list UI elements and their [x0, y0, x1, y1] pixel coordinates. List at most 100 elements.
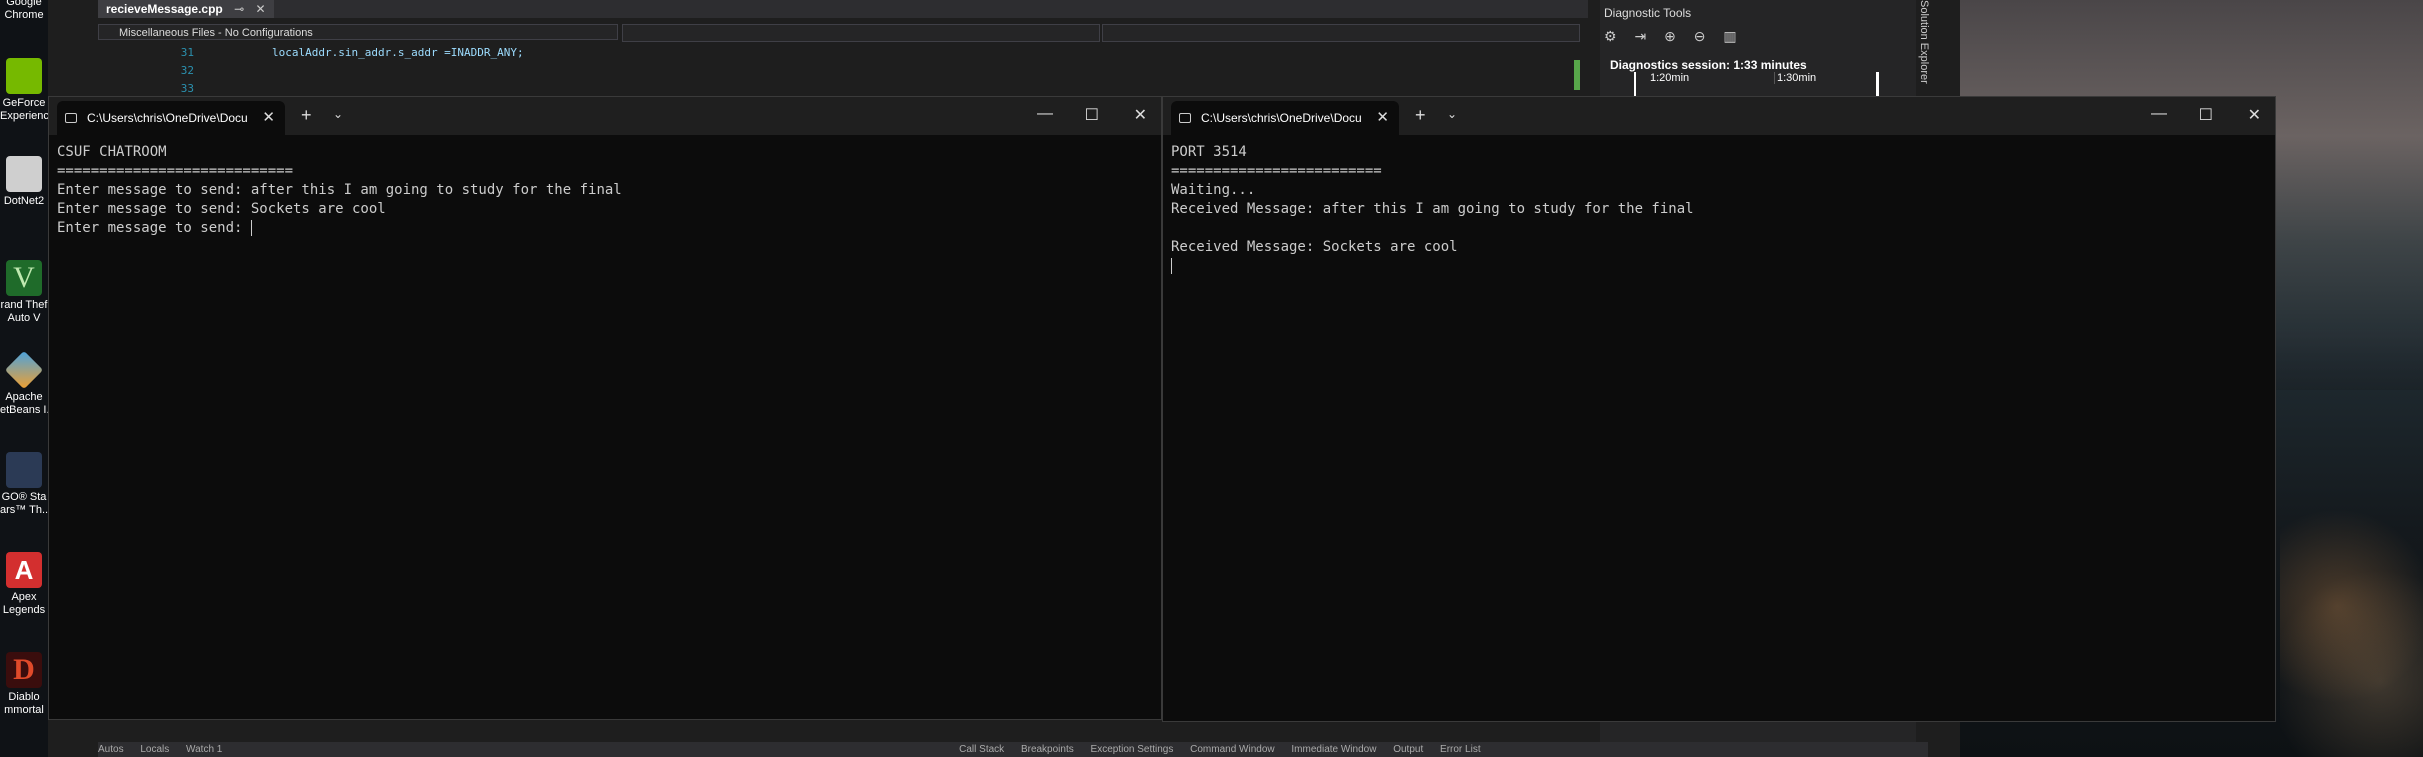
desktop-icon-label: Diablo	[8, 691, 40, 703]
gta-icon: V	[6, 260, 42, 296]
new-tab-button[interactable]: +	[1415, 105, 1426, 126]
desktop-icon-label: GO® Sta	[1, 491, 47, 503]
line-number: 33	[180, 82, 194, 95]
pin-icon[interactable]: ⊸	[234, 2, 244, 16]
terminal-tab[interactable]: C:\Users\chris\OneDrive\Docu ✕	[57, 101, 285, 135]
diagnostics-session: Diagnostics session: 1:33 minutes	[1610, 58, 1807, 72]
editor-tab[interactable]: recieveMessage.cpp ⊸ ✕	[98, 0, 274, 18]
terminal-prompt-line[interactable]: Enter message to send:	[57, 219, 1153, 238]
terminal-prompt: Enter message to send:	[57, 220, 251, 236]
diagnostics-timeline[interactable]: 1:20min 1:30min	[1634, 72, 1879, 96]
editor-tab-label: recieveMessage.cpp	[106, 2, 223, 16]
timeline-tick: 1:30min	[1774, 72, 1816, 84]
maximize-button[interactable]: ☐	[1085, 105, 1099, 125]
member-dropdown[interactable]	[1102, 24, 1580, 42]
diagnostic-toolbar: ⚙ ⇥ ⊕ ⊖ ▥	[1604, 28, 1904, 50]
new-tab-button[interactable]: +	[301, 105, 312, 126]
desktop-icon-gta[interactable]: V rand Thef Auto V	[0, 260, 48, 325]
code-line[interactable]: 32	[98, 64, 1588, 80]
geforce-icon	[6, 58, 42, 94]
tab-autos[interactable]: Autos	[98, 744, 124, 755]
desktop-icon-label: DotNet2	[3, 195, 45, 207]
terminal-line: Received Message: Sockets are cool	[1171, 239, 1458, 255]
change-marker	[1574, 60, 1580, 90]
chevron-down-icon[interactable]: ⌄	[1447, 107, 1457, 121]
terminal-line: PORT 3514	[1171, 144, 1247, 160]
line-number: 32	[180, 64, 194, 77]
desktop-icon-chrome[interactable]: Google Chrome	[0, 0, 48, 22]
close-window-button[interactable]: ✕	[1134, 105, 1147, 125]
minimize-button[interactable]: —	[1037, 105, 1053, 123]
terminal-output[interactable]: CSUF CHATROOM ==========================…	[57, 143, 1153, 711]
wallpaper-city-lights	[2280, 380, 2423, 757]
desktop-icon-label: rand Thef	[0, 299, 48, 311]
terminal-line: Received Message: after this I am going …	[1171, 201, 1694, 217]
desktop-icon-geforce[interactable]: GeForce Experience	[0, 58, 48, 123]
terminal-tab-title: C:\Users\chris\OneDrive\Docu	[1201, 111, 1361, 125]
text-cursor	[250, 220, 252, 236]
desktop-icon-label: GeForce	[2, 97, 46, 109]
desktop-icon-label: Apex	[11, 591, 37, 603]
minimize-button[interactable]: —	[2151, 105, 2167, 123]
desktop-icon-apex[interactable]: A Apex Legends	[0, 552, 48, 617]
zoom-out-icon[interactable]: ⊖	[1694, 28, 1706, 45]
desktop-icon-netbeans[interactable]: Apache etBeans I...	[0, 350, 48, 417]
tab-breakpoints[interactable]: Breakpoints	[1021, 744, 1074, 755]
tab-immediate-window[interactable]: Immediate Window	[1291, 744, 1376, 755]
terminal-line: Waiting...	[1171, 182, 1256, 198]
gear-icon[interactable]: ⚙	[1604, 28, 1617, 45]
configuration-label: Miscellaneous Files - No Configurations	[119, 27, 313, 39]
desktop-icon-label: Auto V	[7, 312, 41, 324]
desktop-icon-label: etBeans I...	[0, 404, 48, 416]
close-icon[interactable]: ✕	[262, 101, 275, 135]
solution-explorer-tab[interactable]: Solution Explorer	[1910, 0, 1930, 100]
terminal-line: Enter message to send: after this I am g…	[57, 182, 622, 198]
terminal-tab[interactable]: C:\Users\chris\OneDrive\Docu ✕	[1171, 101, 1399, 135]
desktop-icon-dotnet[interactable]: DotNet2	[0, 156, 48, 208]
code-text: localAddr.sin_addr.s_addr =INADDR_ANY;	[272, 46, 524, 59]
timeline-tick: 1:20min	[1650, 72, 1690, 84]
text-cursor	[1171, 258, 1172, 274]
chart-icon[interactable]: ▥	[1723, 28, 1736, 45]
scope-dropdown[interactable]	[622, 24, 1100, 42]
zoom-in-icon[interactable]: ⊕	[1664, 28, 1676, 45]
desktop-icon-label: Experience	[0, 110, 48, 122]
configuration-dropdown[interactable]: Miscellaneous Files - No Configurations	[98, 24, 618, 40]
chevron-down-icon[interactable]: ⌄	[333, 107, 343, 121]
tab-watch-1[interactable]: Watch 1	[186, 744, 222, 755]
tab-output[interactable]: Output	[1393, 744, 1423, 755]
desktop-icon-lego-starwars[interactable]: GO® Sta ars™ Th...	[0, 452, 48, 517]
editor-tab-bar: recieveMessage.cpp ⊸ ✕	[98, 0, 1588, 18]
terminal-line: ============================	[57, 163, 294, 179]
desktop-icon-label: Google	[6, 0, 42, 8]
maximize-button[interactable]: ☐	[2199, 105, 2213, 125]
desktop-icon-diablo[interactable]: D Diablo mmortal	[0, 652, 48, 717]
tab-locals[interactable]: Locals	[140, 744, 169, 755]
tab-error-list[interactable]: Error List	[1440, 744, 1481, 755]
close-icon[interactable]: ✕	[1376, 101, 1389, 135]
terminal-titlebar[interactable]: C:\Users\chris\OneDrive\Docu ✕ + ⌄ — ☐ ✕	[49, 97, 1161, 135]
tab-exception-settings[interactable]: Exception Settings	[1091, 744, 1174, 755]
lego-starwars-icon	[6, 452, 42, 488]
tab-call-stack[interactable]: Call Stack	[959, 744, 1004, 755]
terminal-prompt-line[interactable]	[1171, 257, 2267, 276]
terminal-titlebar[interactable]: C:\Users\chris\OneDrive\Docu ✕ + ⌄ — ☐ ✕	[1163, 97, 2275, 135]
desktop-icon-column: Google Chrome GeForce Experience DotNet2…	[0, 0, 48, 757]
desktop-icon-label: Chrome	[4, 9, 44, 21]
terminal-line: Enter message to send: Sockets are cool	[57, 201, 386, 217]
bottom-tool-tabs: Autos Locals Watch 1 Call Stack Breakpoi…	[98, 742, 1928, 757]
close-icon[interactable]: ✕	[256, 2, 266, 16]
terminal-line: CSUF CHATROOM	[57, 144, 167, 160]
terminal-window-server: C:\Users\chris\OneDrive\Docu ✕ + ⌄ — ☐ ✕…	[1162, 96, 2276, 722]
export-icon[interactable]: ⇥	[1634, 28, 1646, 45]
code-line[interactable]: 31 localAddr.sin_addr.s_addr =INADDR_ANY…	[98, 46, 1588, 62]
close-window-button[interactable]: ✕	[2248, 105, 2261, 125]
terminal-tab-title: C:\Users\chris\OneDrive\Docu	[87, 111, 247, 125]
apex-icon: A	[6, 552, 42, 588]
diagnostic-tools-title: Diagnostic Tools	[1604, 6, 1692, 20]
tab-command-window[interactable]: Command Window	[1190, 744, 1274, 755]
diablo-icon: D	[6, 652, 42, 688]
terminal-output[interactable]: PORT 3514 ========================= Wait…	[1171, 143, 2267, 713]
file-icon	[6, 156, 42, 192]
